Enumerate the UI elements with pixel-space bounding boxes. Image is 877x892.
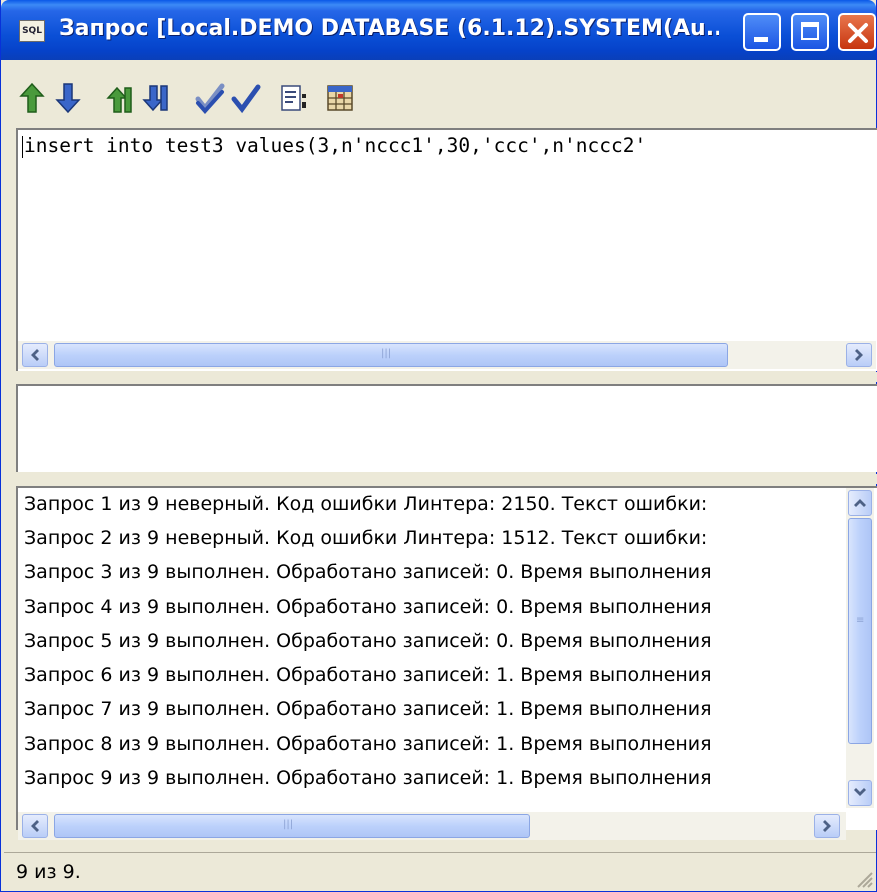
chevron-up-icon	[854, 499, 866, 507]
log-scroll-thumb[interactable]: ≡	[848, 518, 872, 744]
chevron-down-icon	[854, 788, 866, 796]
chevron-right-icon	[823, 820, 831, 832]
chevron-left-icon	[31, 349, 39, 361]
log-row[interactable]: Запрос 7 из 9 выполнен. Обработано запис…	[24, 693, 844, 725]
sql-app-icon[interactable]: SQL	[19, 20, 45, 42]
toolbar-button-script[interactable]	[277, 76, 311, 118]
sql-editor-text[interactable]: insert into test3 values(3,n'nccc1',30,'…	[24, 134, 646, 157]
result-pane[interactable]	[16, 384, 877, 472]
editor-scroll-left-button[interactable]	[22, 343, 48, 367]
arrow-down-last-icon	[142, 85, 168, 112]
log-row[interactable]: Запрос 4 из 9 выполнен. Обработано запис…	[24, 591, 844, 623]
sql-editor[interactable]: insert into test3 values(3,n'nccc1',30,'…	[16, 128, 877, 371]
toolbar	[5, 74, 874, 124]
log-row[interactable]: Запрос 2 из 9 неверный. Код ошибки Линте…	[24, 522, 844, 554]
text-caret	[22, 136, 23, 158]
log-scroll-thumb-horizontal[interactable]: |||	[54, 814, 530, 838]
maximize-button[interactable]	[791, 13, 829, 51]
resize-grip-icon[interactable]	[852, 867, 874, 889]
checkmark-icon	[231, 84, 261, 114]
toolbar-button-next-query[interactable]	[51, 76, 85, 118]
log-scroll-down-button[interactable]	[848, 780, 872, 806]
check-all-icon	[195, 83, 225, 114]
window-title: Запрос [Local.DEMO DATABASE (6.1.12).SYS…	[59, 16, 719, 41]
log-row[interactable]: Запрос 6 из 9 выполнен. Обработано запис…	[24, 659, 844, 691]
close-button[interactable]	[838, 13, 876, 51]
splitter-bottom[interactable]	[16, 474, 877, 484]
log-row[interactable]: Запрос 8 из 9 выполнен. Обработано запис…	[24, 728, 844, 760]
log-row[interactable]: Запрос 9 из 9 выполнен. Обработано запис…	[24, 762, 844, 794]
arrow-up-green-icon	[19, 82, 45, 113]
toolbar-button-run[interactable]	[229, 76, 263, 118]
editor-horizontal-scrollbar[interactable]: |||	[18, 341, 876, 369]
splitter-top[interactable]	[16, 372, 877, 382]
status-bar: 9 из 9.	[4, 852, 876, 891]
arrow-down-blue-icon	[55, 83, 81, 114]
document-run-icon	[281, 85, 306, 111]
minimize-button[interactable]	[743, 13, 781, 51]
arrow-up-first-icon	[106, 86, 132, 113]
chevron-right-icon	[855, 349, 863, 361]
log-row[interactable]: Запрос 1 из 9 неверный. Код ошибки Линте…	[24, 488, 844, 520]
message-log[interactable]: Запрос 1 из 9 неверный. Код ошибки Линте…	[16, 486, 877, 830]
toolbar-button-prev-query[interactable]	[15, 76, 49, 118]
toolbar-button-first-query[interactable]	[103, 76, 137, 118]
chevron-left-icon	[31, 820, 39, 832]
log-scroll-up-button[interactable]	[848, 490, 872, 516]
log-scroll-left-button[interactable]	[22, 814, 48, 838]
editor-scroll-thumb[interactable]: |||	[54, 343, 728, 367]
toolbar-button-results[interactable]	[323, 76, 357, 118]
log-row[interactable]: Запрос 3 из 9 выполнен. Обработано запис…	[24, 556, 844, 588]
log-scroll-right-button[interactable]	[814, 814, 840, 838]
log-horizontal-scrollbar[interactable]: |||	[18, 812, 846, 840]
log-row[interactable]: Запрос 5 из 9 выполнен. Обработано запис…	[24, 625, 844, 657]
close-icon	[848, 23, 868, 43]
results-grid-icon	[327, 85, 353, 111]
status-text: 9 из 9.	[16, 861, 81, 883]
editor-scroll-right-button[interactable]	[846, 343, 872, 367]
toolbar-button-run-all[interactable]	[193, 76, 227, 118]
log-vertical-scrollbar[interactable]: ≡	[846, 488, 874, 808]
query-window: SQL Запрос [Local.DEMO DATABASE (6.1.12)…	[0, 0, 877, 892]
title-bar[interactable]: SQL Запрос [Local.DEMO DATABASE (6.1.12)…	[1, 0, 876, 60]
toolbar-button-last-query[interactable]	[139, 76, 173, 118]
